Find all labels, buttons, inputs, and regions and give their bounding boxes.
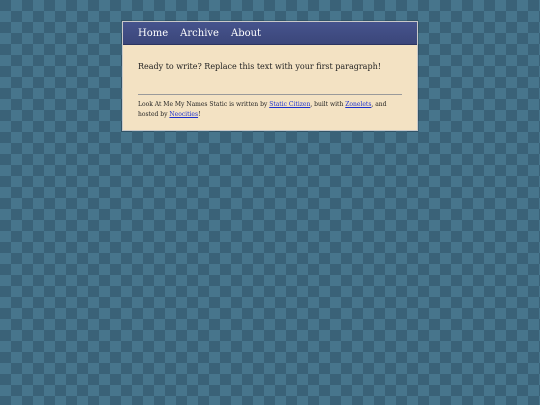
- nav-about-link[interactable]: About: [231, 28, 261, 39]
- page-container: Home Archive About Ready to write? Repla…: [122, 21, 418, 131]
- nav-home-link[interactable]: Home: [138, 28, 168, 39]
- author-link[interactable]: Static Citizen: [269, 101, 310, 108]
- footer-divider: [138, 94, 402, 95]
- nav-archive-link[interactable]: Archive: [180, 28, 219, 39]
- footer-text-part: Look At Me My Names Static is written by: [138, 101, 270, 108]
- footer-text-part: , built with: [310, 101, 346, 108]
- main-content: Ready to write? Replace this text with y…: [123, 45, 417, 120]
- zonelets-link[interactable]: Zonelets: [345, 101, 371, 108]
- top-nav: Home Archive About: [123, 22, 417, 45]
- intro-paragraph: Ready to write? Replace this text with y…: [138, 62, 381, 71]
- neocities-link[interactable]: Neocities: [169, 111, 198, 118]
- footer-text-part: !: [198, 111, 201, 118]
- footer-text: Look At Me My Names Static is written by…: [138, 100, 402, 120]
